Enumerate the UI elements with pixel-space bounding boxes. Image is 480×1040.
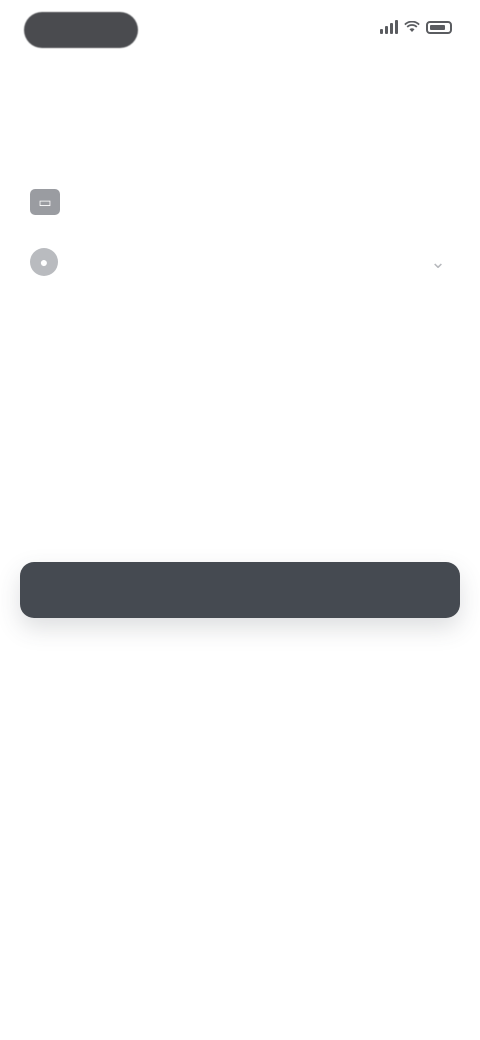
card-icon: ▭	[30, 189, 60, 215]
text-input[interactable]	[74, 246, 426, 278]
status-time	[24, 12, 138, 48]
signal-icon	[380, 20, 398, 34]
status-bar	[0, 0, 480, 64]
status-icons	[380, 20, 452, 34]
chevron-down-icon[interactable]: ⌄	[426, 250, 450, 274]
input-row[interactable]: ● ⌄	[30, 244, 450, 280]
primary-button[interactable]	[20, 562, 460, 618]
wifi-icon	[404, 21, 420, 32]
battery-icon	[426, 20, 452, 34]
info-row[interactable]: ▭	[30, 186, 450, 218]
person-icon: ●	[30, 248, 58, 276]
